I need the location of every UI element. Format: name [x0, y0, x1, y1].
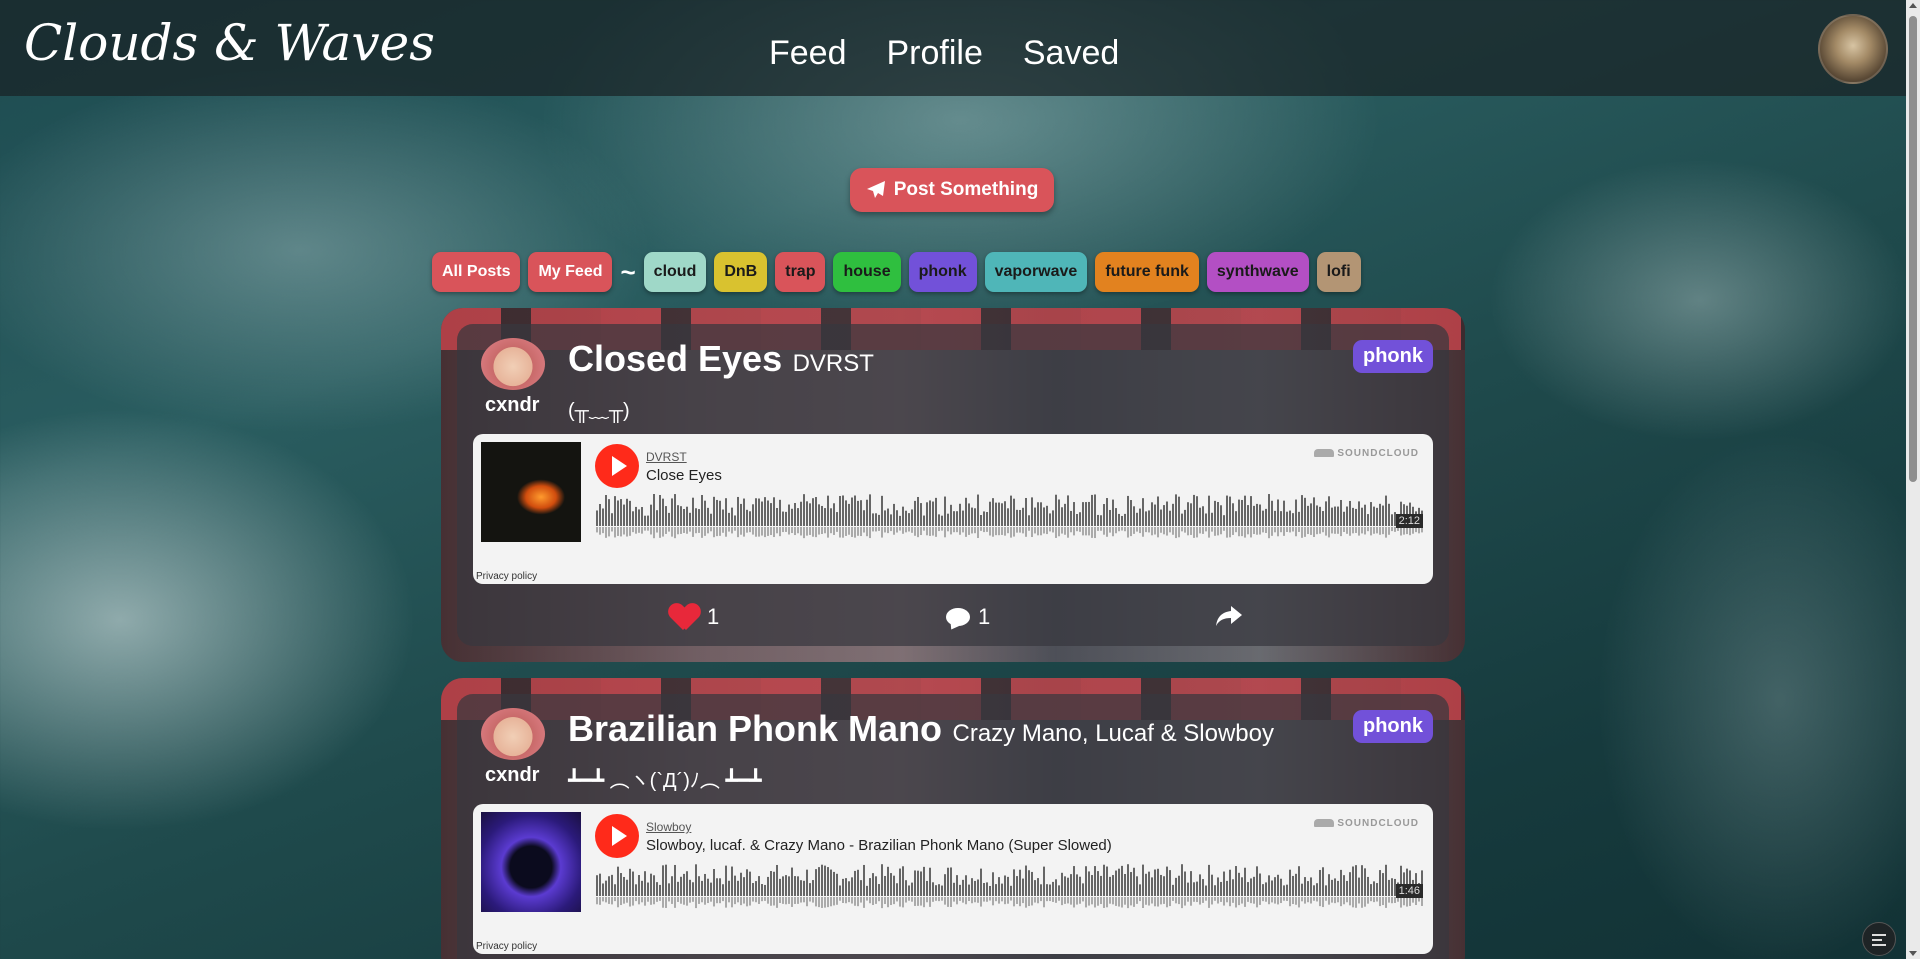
filter-genre-synthwave[interactable]: synthwave [1206, 252, 1309, 292]
genre-filter-bar: All Posts My Feed ~ cloud DnB trap house… [432, 252, 1361, 292]
poster-avatar[interactable] [481, 708, 545, 760]
main-nav: Feed Profile Saved [769, 34, 1119, 73]
privacy-policy-link[interactable]: Privacy policy [476, 571, 537, 582]
filter-genre-trap[interactable]: trap [775, 252, 826, 292]
poster-username[interactable]: cxndr [485, 764, 539, 787]
track-artwork[interactable] [481, 442, 581, 542]
soundcloud-brand: SOUNDCLOUD [1337, 818, 1419, 829]
track-duration: 1:46 [1395, 884, 1423, 898]
filter-my-feed[interactable]: My Feed [528, 252, 613, 292]
track-artwork[interactable] [481, 812, 581, 912]
soundcloud-cloud-icon [1314, 449, 1335, 458]
heart-icon [669, 604, 699, 630]
filter-genre-phonk[interactable]: phonk [908, 252, 977, 292]
like-count: 1 [707, 604, 720, 629]
post-something-label: Post Something [893, 179, 1039, 200]
comment-icon [946, 608, 970, 626]
post-something-button[interactable]: Post Something [850, 168, 1054, 212]
scroll-down-icon[interactable] [1909, 951, 1917, 956]
filter-separator: ~ [620, 256, 636, 287]
play-button[interactable] [595, 444, 639, 488]
post-genre-badge[interactable]: phonk [1353, 710, 1433, 743]
post-genre-badge[interactable]: phonk [1353, 340, 1433, 373]
scroll-thumb[interactable] [1909, 16, 1917, 482]
soundcloud-player: Slowboy Slowboy, lucaf. & Crazy Mano - B… [473, 804, 1433, 954]
poster-avatar[interactable] [481, 338, 545, 390]
soundcloud-brand: SOUNDCLOUD [1337, 448, 1419, 459]
post-title: Brazilian Phonk Mano [568, 708, 943, 749]
track-duration: 2:12 [1395, 514, 1423, 528]
waveform[interactable] [596, 864, 1423, 912]
filter-genre-cloud[interactable]: cloud [643, 252, 707, 292]
post-card: cxndr Closed Eyes DVRST (╥﹏╥) phonk DVRS… [441, 308, 1465, 662]
soundcloud-player: DVRST Close Eyes SOUNDCLOUD 2:12 Privacy… [473, 434, 1433, 584]
user-avatar-button[interactable] [1818, 14, 1888, 84]
filter-genre-dnb[interactable]: DnB [714, 252, 768, 292]
filter-genre-lofi[interactable]: lofi [1316, 252, 1361, 292]
player-artist-link[interactable]: Slowboy [646, 820, 691, 834]
poster-username[interactable]: cxndr [485, 394, 539, 417]
filter-genre-future-funk[interactable]: future funk [1095, 252, 1199, 292]
like-button[interactable]: 1 [669, 604, 719, 630]
nav-feed[interactable]: Feed [769, 34, 847, 73]
share-icon [1216, 606, 1242, 626]
page-scrollbar[interactable] [1906, 0, 1920, 959]
privacy-policy-link[interactable]: Privacy policy [476, 941, 537, 952]
post-title-row: Closed Eyes DVRST [568, 338, 874, 380]
player-artist-link[interactable]: DVRST [646, 450, 687, 464]
nav-saved[interactable]: Saved [1023, 34, 1119, 73]
comment-button[interactable]: 1 [946, 604, 990, 630]
post-card: cxndr Brazilian Phonk Mano Crazy Mano, L… [441, 678, 1465, 959]
paper-plane-icon [866, 181, 885, 198]
soundcloud-logo[interactable]: SOUNDCLOUD [1314, 818, 1419, 829]
post-title-row: Brazilian Phonk Mano Crazy Mano, Lucaf &… [568, 708, 1274, 750]
post-artist: Crazy Mano, Lucaf & Slowboy [952, 720, 1274, 747]
scroll-up-icon[interactable] [1909, 3, 1917, 8]
post-title: Closed Eyes [568, 338, 783, 379]
waveform[interactable] [596, 494, 1423, 542]
play-button[interactable] [595, 814, 639, 858]
post-actions: 1 1 [441, 604, 1465, 644]
filter-all-posts[interactable]: All Posts [432, 252, 521, 292]
app-logo[interactable]: Clouds & Waves [24, 14, 435, 72]
filter-genre-house[interactable]: house [833, 252, 901, 292]
top-navbar: Clouds & Waves Feed Profile Saved [0, 0, 1906, 96]
player-track-title[interactable]: Close Eyes [646, 467, 722, 484]
post-caption: (╥﹏╥) [568, 400, 630, 422]
share-button[interactable] [1215, 604, 1243, 628]
filter-genre-vaporwave[interactable]: vaporwave [984, 252, 1088, 292]
post-caption: ┻━┻ ︵ヽ(`Д´)ﾉ︵ ┻━┻ [568, 770, 762, 792]
player-track-title[interactable]: Slowboy, lucaf. & Crazy Mano - Brazilian… [646, 837, 1112, 854]
comment-count: 1 [978, 604, 991, 629]
settings-toggle-button[interactable] [1862, 922, 1896, 956]
post-artist: DVRST [792, 350, 874, 377]
soundcloud-logo[interactable]: SOUNDCLOUD [1314, 448, 1419, 459]
nav-profile[interactable]: Profile [887, 34, 983, 73]
soundcloud-cloud-icon [1314, 819, 1335, 828]
